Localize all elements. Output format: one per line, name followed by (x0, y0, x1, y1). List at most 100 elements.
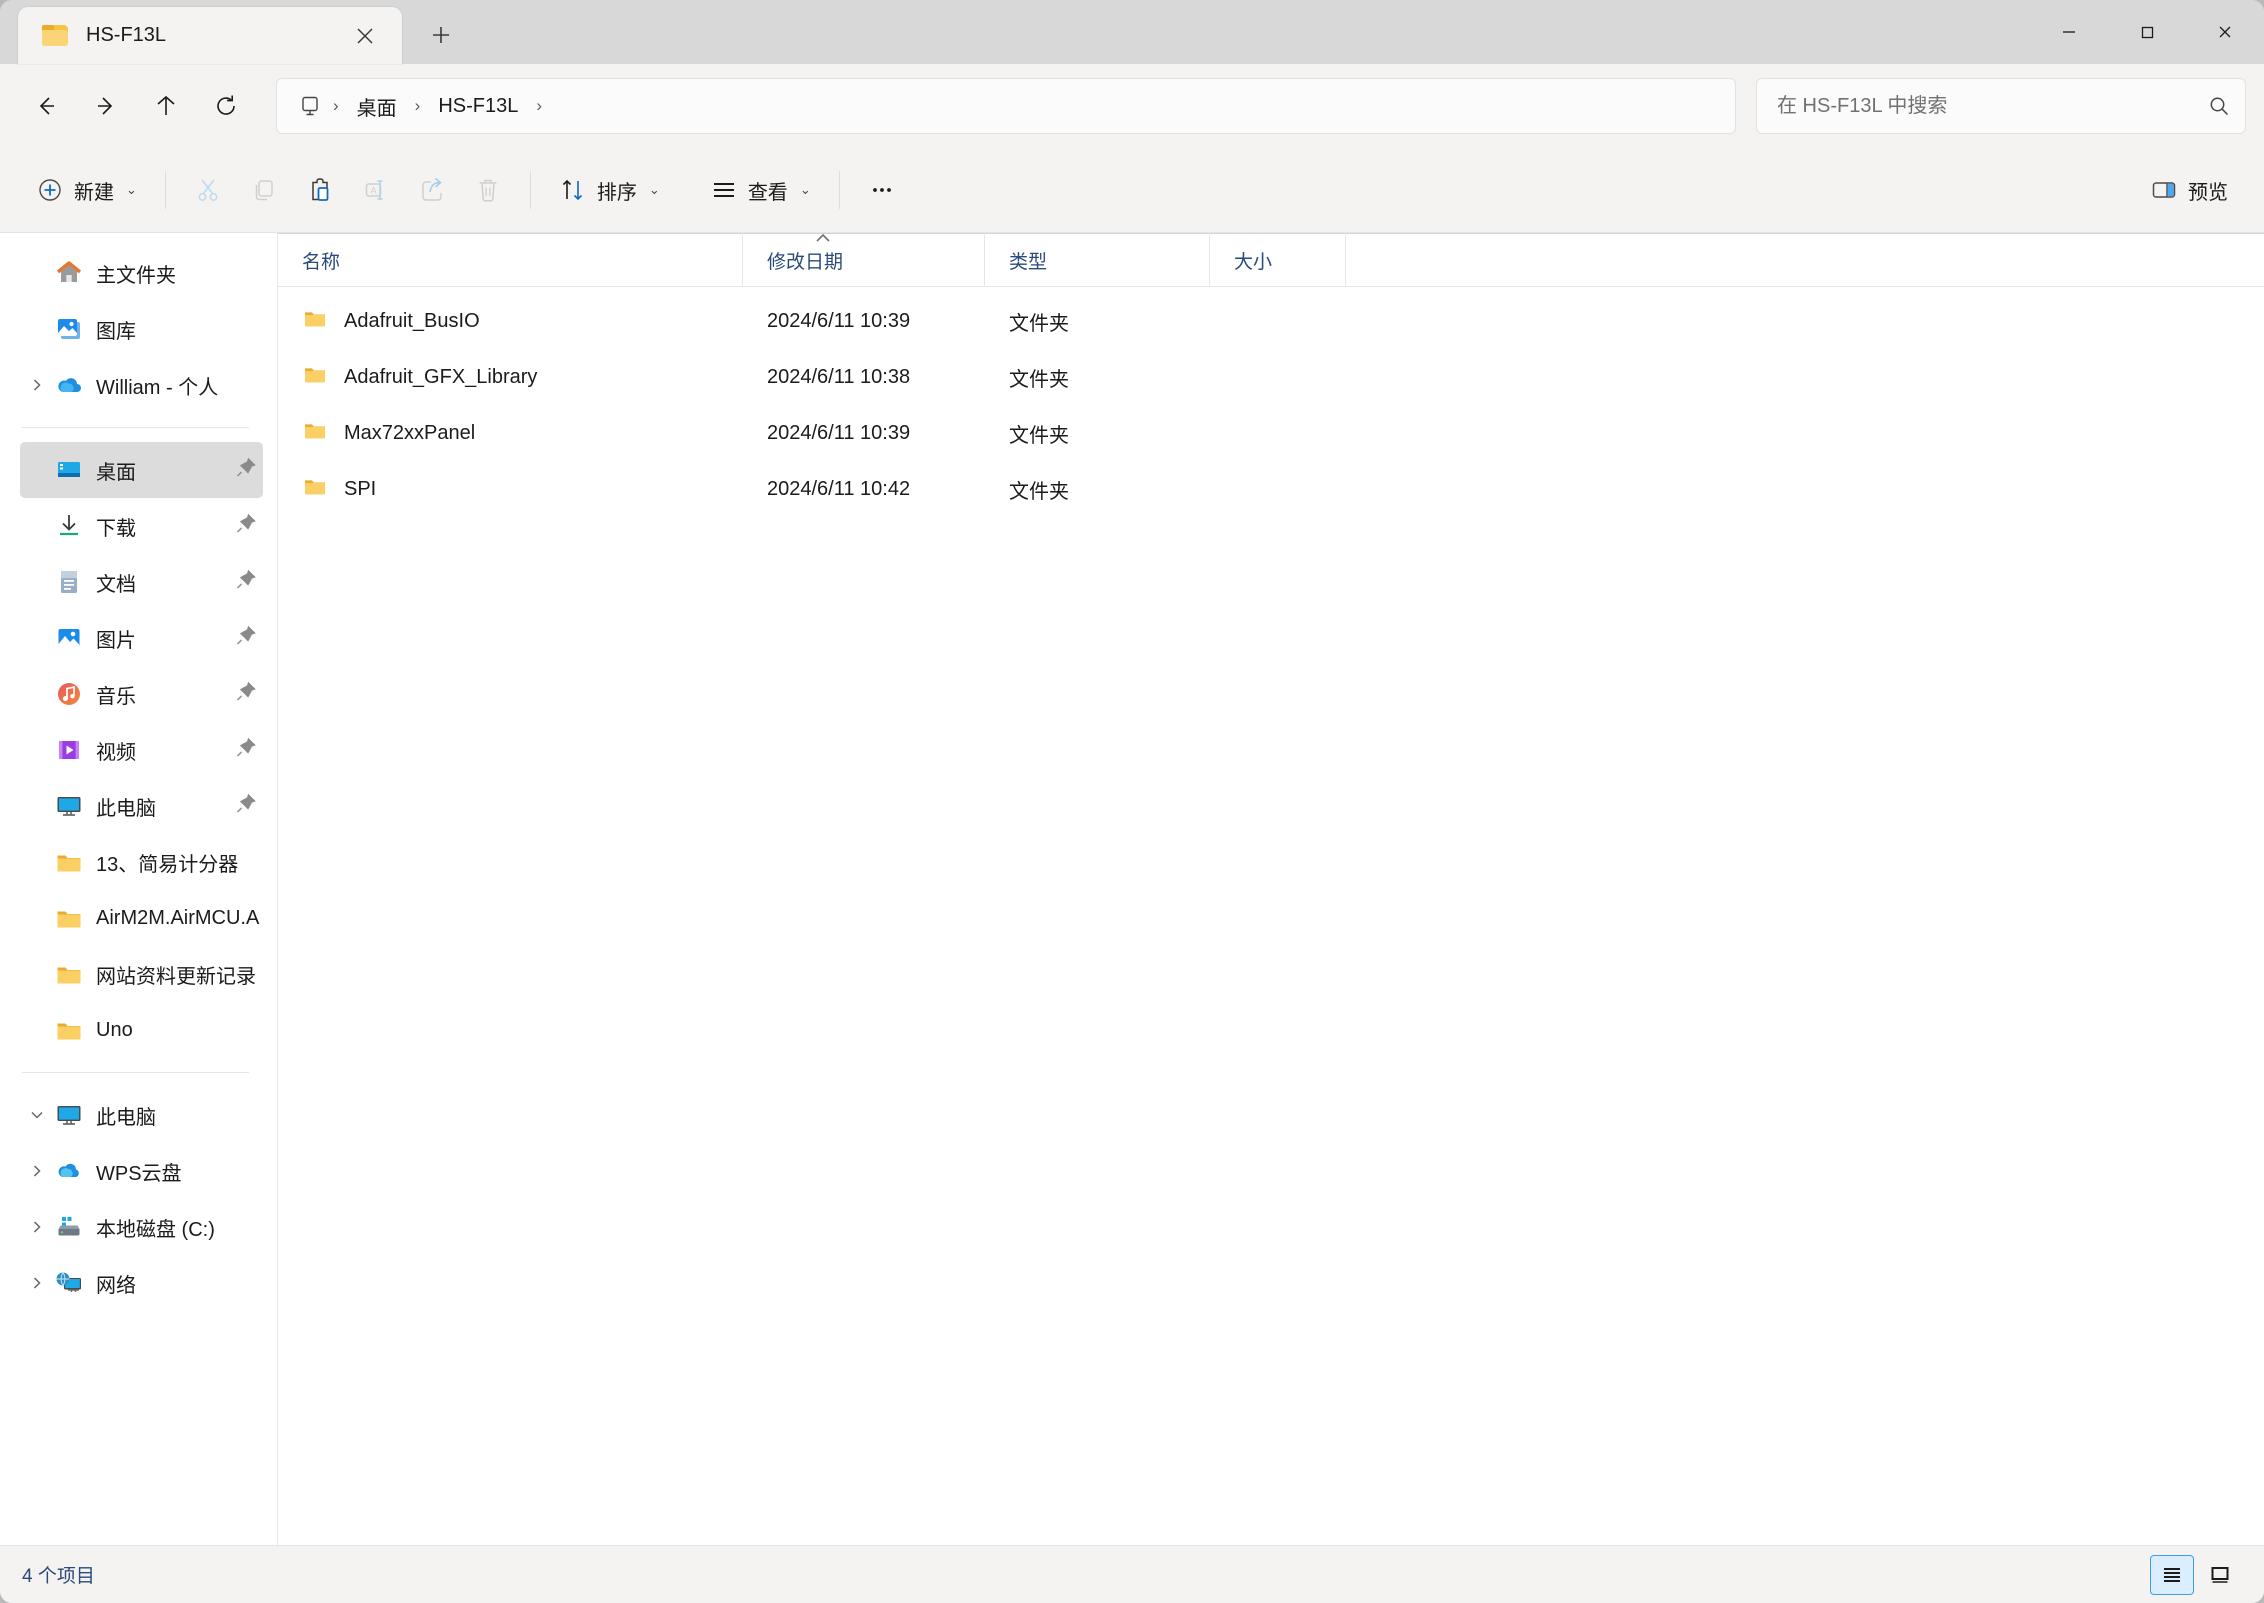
breadcrumb-hs-f13l[interactable]: HS-F13L (426, 89, 530, 124)
sidebar-item-this-pc[interactable]: 此电脑 (20, 1087, 263, 1143)
pin-icon[interactable] (235, 513, 257, 540)
pin-icon[interactable] (235, 457, 257, 484)
column-header-wrap: 名称 修改日期 类型 大小 (278, 233, 2264, 287)
more-options-button[interactable] (854, 162, 910, 218)
cut-button[interactable] (180, 162, 236, 218)
sort-button[interactable]: 排序 ⌄ (545, 162, 674, 218)
breadcrumb-separator: › (414, 96, 421, 115)
new-tab-icon[interactable] (418, 12, 464, 58)
file-date-cell: 2024/6/11 10:42 (767, 477, 911, 500)
file-rows: Adafruit_BusIO 2024/6/11 10:39 文件夹 Adafr… (278, 287, 2264, 1545)
sidebar-item-desktop[interactable]: 桌面 (20, 442, 263, 498)
main-body: 主文件夹 图库 William - 个人 桌面 下载 文档 图片 音乐 视频 此… (0, 232, 2264, 1545)
new-button[interactable]: 新建 ⌄ (22, 162, 151, 218)
breadcrumb-separator[interactable]: › (532, 96, 546, 116)
table-row[interactable]: SPI 2024/6/11 10:42 文件夹 (278, 461, 2264, 517)
chevron-right-icon[interactable] (20, 378, 54, 392)
sidebar-item-music[interactable]: 音乐 (20, 666, 263, 722)
pictures-icon (54, 623, 84, 653)
tab-label: HS-F13L (86, 24, 167, 46)
sidebar-item-scorer-folder[interactable]: 13、简易计分器 (20, 834, 263, 890)
chevron-down-icon: ⌄ (648, 182, 660, 197)
sidebar-item-downloads[interactable]: 下载 (20, 498, 263, 554)
column-header-type[interactable]: 类型 (985, 233, 1210, 287)
view-button[interactable]: 查看 ⌄ (696, 162, 825, 218)
preview-pane-button[interactable]: 预览 (2136, 162, 2242, 218)
search-box[interactable] (1756, 78, 2246, 134)
sidebar-item-videos[interactable]: 视频 (20, 722, 263, 778)
table-row[interactable]: Adafruit_BusIO 2024/6/11 10:39 文件夹 (278, 293, 2264, 349)
forward-button[interactable] (78, 78, 134, 134)
sidebar-item-home[interactable]: 主文件夹 (20, 245, 263, 301)
gallery-icon (54, 314, 84, 344)
details-view-toggle[interactable] (2150, 1555, 2194, 1595)
column-header-name[interactable]: 名称 (278, 233, 743, 287)
minimize-button[interactable] (2030, 0, 2108, 64)
pin-icon[interactable] (235, 625, 257, 652)
delete-button[interactable] (460, 162, 516, 218)
file-list: 名称 修改日期 类型 大小 Adafruit_BusIO 2024/6/11 1… (278, 233, 2264, 1545)
thispc-icon (54, 1100, 84, 1130)
folder-icon (54, 959, 84, 989)
table-row[interactable]: Adafruit_GFX_Library 2024/6/11 10:38 文件夹 (278, 349, 2264, 405)
rename-button[interactable]: A (348, 162, 404, 218)
table-row[interactable]: Max72xxPanel 2024/6/11 10:39 文件夹 (278, 405, 2264, 461)
navigation-bar: › 桌面 › HS-F13L › (0, 64, 2264, 148)
sidebar-item-airm2m-folder[interactable]: AirM2M.AirMCU.A (20, 890, 263, 946)
folder-icon (54, 903, 84, 933)
folder-icon (42, 25, 68, 46)
breadcrumb-desktop[interactable]: 桌面 (345, 86, 409, 127)
pin-icon[interactable] (235, 737, 257, 764)
sidebar-item-onedrive[interactable]: William - 个人 (20, 357, 263, 413)
sidebar-item-uno-folder[interactable]: Uno (20, 1002, 263, 1058)
file-name-cell: SPI (278, 473, 743, 505)
share-button[interactable] (404, 162, 460, 218)
view-toggles (2150, 1546, 2242, 1603)
wpscloud-icon (54, 1156, 84, 1186)
breadcrumb-separator: › (333, 96, 339, 115)
pin-icon[interactable] (235, 569, 257, 596)
sidebar-item-wps-cloud[interactable]: WPS云盘 (20, 1143, 263, 1199)
documents-icon (54, 567, 84, 597)
column-header-date[interactable]: 修改日期 (743, 233, 985, 287)
network-icon (54, 1268, 84, 1298)
up-button[interactable] (138, 78, 194, 134)
tiles-view-toggle[interactable] (2198, 1555, 2242, 1595)
sidebar-item-network[interactable]: 网络 (20, 1255, 263, 1311)
home-icon (54, 258, 84, 288)
sidebar-item-gallery[interactable]: 图库 (20, 301, 263, 357)
refresh-button[interactable] (198, 78, 254, 134)
sidebar-divider (22, 427, 249, 428)
file-date-cell: 2024/6/11 10:39 (767, 421, 911, 444)
sidebar-item-this-pc-pinned[interactable]: 此电脑 (20, 778, 263, 834)
pin-icon[interactable] (235, 793, 257, 820)
chevron-down-icon[interactable] (20, 1108, 54, 1122)
copy-button[interactable] (236, 162, 292, 218)
file-name-cell: Max72xxPanel (278, 417, 743, 449)
back-button[interactable] (18, 78, 74, 134)
close-window-button[interactable] (2186, 0, 2264, 64)
sidebar-item-website-records-folder[interactable]: 网站资料更新记录 (20, 946, 263, 1002)
address-bar[interactable]: › 桌面 › HS-F13L › (276, 78, 1736, 134)
pin-icon[interactable] (235, 681, 257, 708)
sidebar-item-documents[interactable]: 文档 (20, 554, 263, 610)
tab-hs-f13l[interactable]: HS-F13L (18, 7, 402, 64)
sidebar-item-label: 网络 (96, 1274, 136, 1297)
sidebar-item-local-disk-c[interactable]: 本地磁盘 (C:) (20, 1199, 263, 1255)
folder-icon (302, 361, 328, 393)
file-type-cell: 文件夹 (1009, 424, 1069, 447)
search-icon[interactable] (2207, 94, 2231, 118)
search-input[interactable] (1777, 94, 2207, 118)
chevron-right-icon[interactable] (20, 1220, 54, 1234)
column-header-size[interactable]: 大小 (1210, 233, 1346, 287)
maximize-button[interactable] (2108, 0, 2186, 64)
file-name-text: Max72xxPanel (344, 421, 476, 444)
paste-button[interactable] (292, 162, 348, 218)
window-controls (2030, 0, 2264, 64)
chevron-right-icon[interactable] (20, 1164, 54, 1178)
sidebar-item-label: 网站资料更新记录 (96, 965, 256, 988)
close-tab-icon[interactable] (346, 17, 384, 55)
chevron-right-icon[interactable] (20, 1276, 54, 1290)
sidebar-item-pictures[interactable]: 图片 (20, 610, 263, 666)
folder-icon (302, 473, 328, 505)
